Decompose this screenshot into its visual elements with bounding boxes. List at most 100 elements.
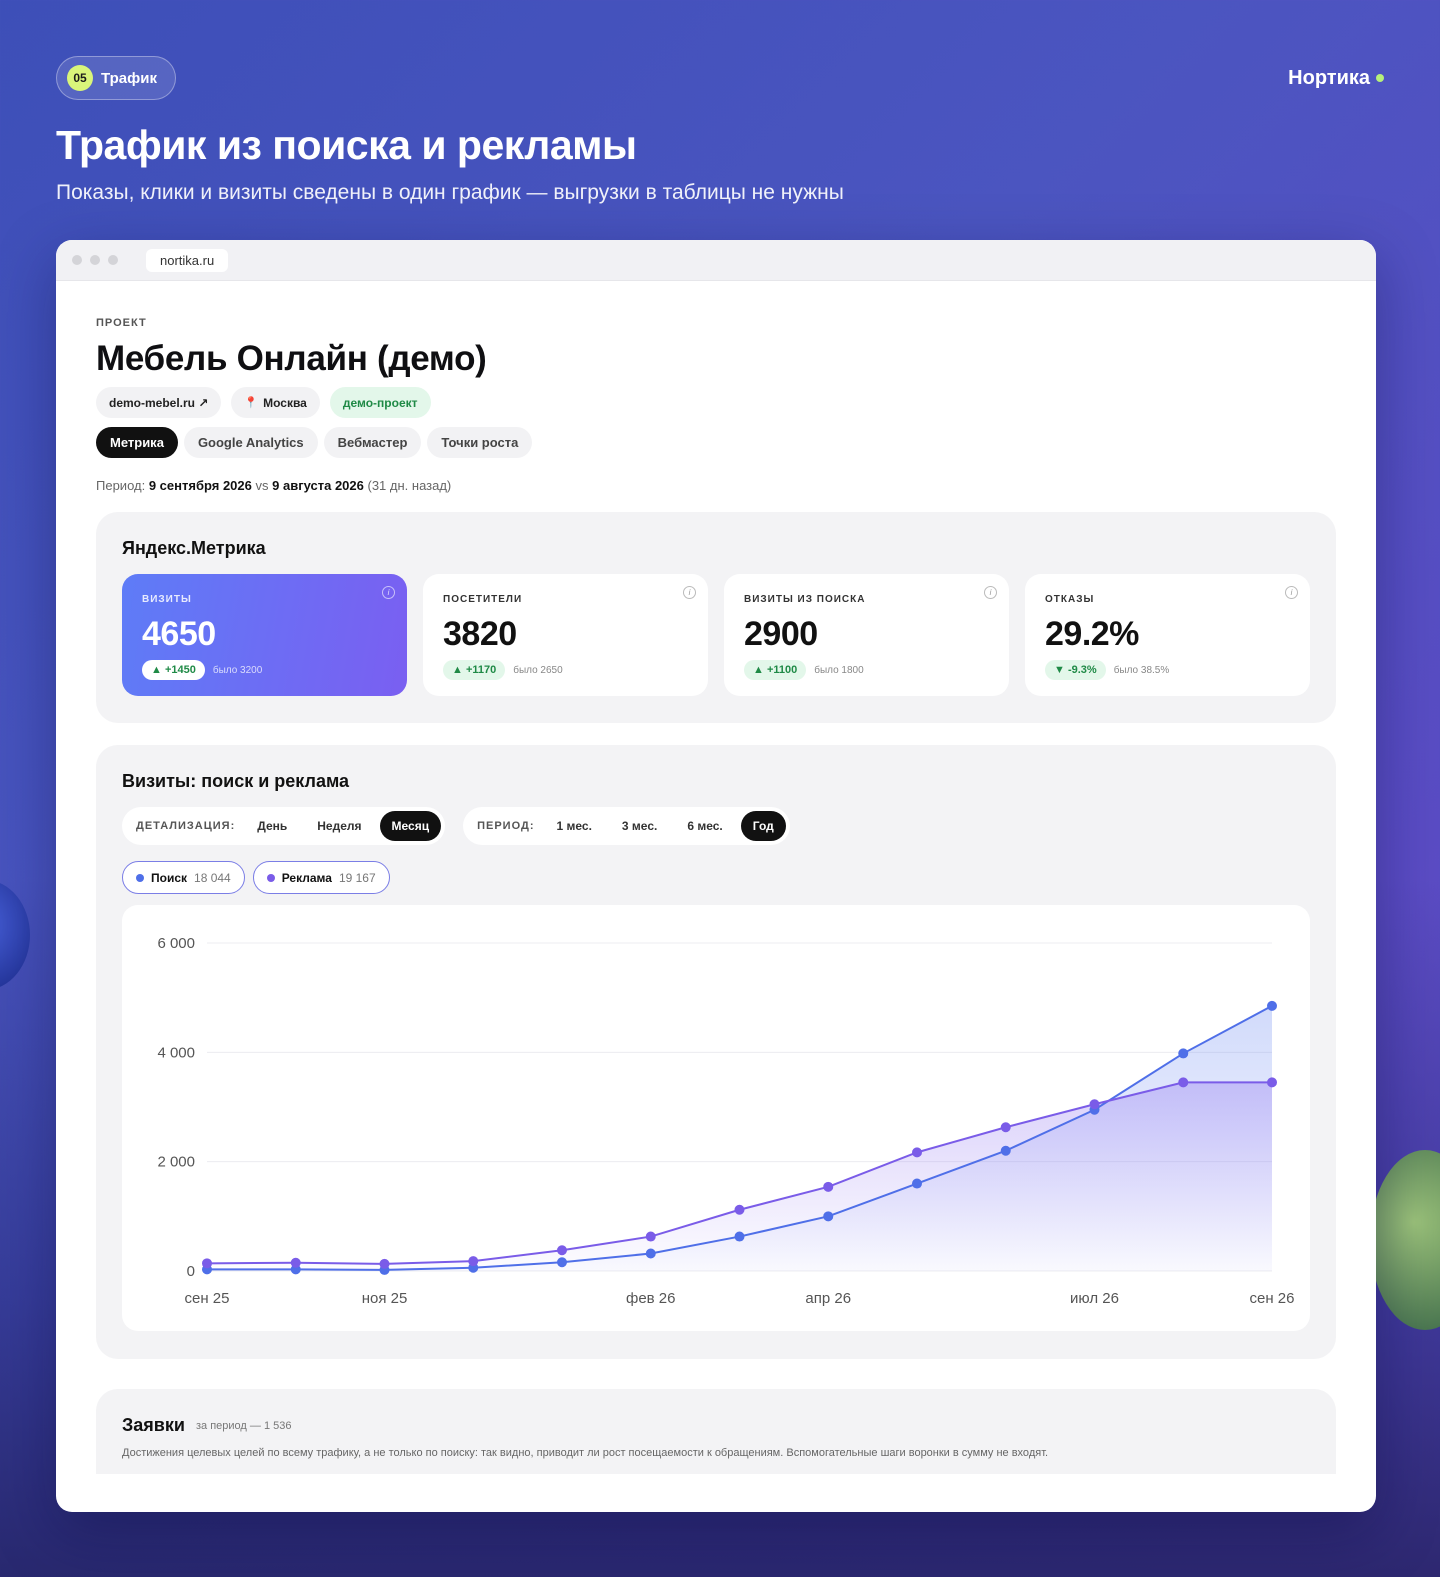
data-point [1178, 1048, 1189, 1059]
data-point [734, 1231, 745, 1242]
period-label: ПЕРИОД: [477, 820, 535, 832]
data-point [557, 1257, 567, 1268]
project-label: ПРОЕКТ [96, 317, 147, 329]
kpi-value: 4650 [142, 615, 216, 653]
metrica-panel: Яндекс.Метрика ВИЗИТЫ 4650 ▲ +1450 было … [96, 512, 1336, 723]
chart-legend: Поиск 18 044 Реклама 19 167 [122, 861, 390, 894]
page-content: ПРОЕКТ Мебель Онлайн (демо) demo-mebel.r… [96, 281, 1336, 1512]
leads-description: Достижения целевых целей по всему трафик… [122, 1447, 1049, 1459]
kpi-card-search-visits[interactable]: ВИЗИТЫ ИЗ ПОИСКА 2900 ▲ +1100 было 1800 … [724, 574, 1009, 696]
x-tick-label: ноя 25 [362, 1290, 408, 1307]
info-icon[interactable]: i [382, 586, 395, 599]
data-point [290, 1257, 301, 1268]
kpi-row: ВИЗИТЫ 4650 ▲ +1450 было 3200 i ПОСЕТИТЕ… [122, 574, 1310, 696]
x-tick-label: сен 26 [1250, 1290, 1295, 1307]
info-icon[interactable]: i [1285, 586, 1298, 599]
kpi-previous: было 38.5% [1113, 664, 1170, 676]
leads-subtitle: за период — 1 536 [196, 1420, 292, 1432]
line-chart: 0 2 000 4 000 6 000 сен 25 ноя 25 фев 26 апр 26… [122, 905, 1310, 1331]
source-tabs: Метрика Google Analytics Вебмастер Точки… [96, 427, 533, 458]
data-point [202, 1258, 212, 1269]
data-point [823, 1211, 834, 1222]
period-selector: ПЕРИОД: 1 мес. 3 мес. 6 мес. Год [463, 807, 790, 845]
tab-metrica[interactable]: Метрика [96, 427, 178, 458]
kpi-card-bounces[interactable]: ОТКАЗЫ 29.2% ▼ -9.3% было 38.5% i [1025, 574, 1310, 696]
data-point [645, 1248, 656, 1259]
kpi-value: 3820 [443, 615, 517, 653]
data-point [1000, 1145, 1011, 1156]
legend-dot-icon [266, 873, 275, 882]
browser-window: nortika.ru ПРОЕКТ Мебель Онлайн (демо) d… [56, 240, 1376, 1512]
brand-name: Нортика [1288, 66, 1370, 89]
x-tick-label: сен 25 [185, 1290, 230, 1307]
slide-subtitle: Показы, клики и визиты сведены в один гр… [56, 181, 844, 204]
detail-month-button[interactable]: Месяц [379, 811, 442, 841]
window-footer [96, 1474, 1336, 1512]
project-title: Мебель Онлайн (демо) [96, 339, 487, 378]
kpi-footer: ▲ +1170 было 2650 [443, 660, 688, 680]
period-6m-button[interactable]: 6 мес. [675, 811, 734, 841]
data-point [912, 1147, 922, 1158]
kpi-delta: ▼ -9.3% [1045, 660, 1106, 680]
kpi-card-visitors[interactable]: ПОСЕТИТЕЛИ 3820 ▲ +1170 было 2650 i [423, 574, 708, 696]
x-tick-label: июл 26 [1070, 1290, 1119, 1307]
series-area [207, 1082, 1272, 1271]
kpi-previous: было 1800 [814, 664, 864, 676]
legend-name: Поиск [151, 870, 188, 885]
info-icon[interactable]: i [683, 586, 696, 599]
detail-selector: ДЕТАЛИЗАЦИЯ: День Неделя Месяц [122, 807, 446, 845]
legend-search-toggle[interactable]: Поиск 18 044 [122, 861, 245, 894]
data-point [379, 1258, 390, 1269]
x-tick-label: апр 26 [805, 1290, 851, 1307]
legend-dot-icon [136, 873, 144, 882]
site-link[interactable]: demo-mebel.ru ↗ [96, 387, 222, 418]
kpi-label: ВИЗИТЫ ИЗ ПОИСКА [744, 594, 866, 605]
brand-dot-icon [1376, 74, 1384, 82]
detail-day-button[interactable]: День [245, 811, 299, 841]
legend-ads-toggle[interactable]: Реклама 19 167 [252, 861, 390, 894]
tab-growth-points[interactable]: Точки роста [427, 427, 533, 458]
data-point [1267, 1000, 1277, 1011]
status-badge: демо-проект [329, 387, 431, 418]
kpi-label: ВИЗИТЫ [142, 594, 192, 605]
period-previous: 9 августа 2026 [272, 478, 364, 493]
y-tick-label: 2 000 [157, 1154, 195, 1171]
slide-header: 05 Трафик Нортика [56, 56, 1384, 100]
data-point [645, 1231, 656, 1242]
period-3m-button[interactable]: 3 мес. [610, 811, 669, 841]
kpi-label: ОТКАЗЫ [1045, 594, 1095, 605]
browser-toolbar: nortika.ru [56, 240, 1376, 281]
detail-week-button[interactable]: Неделя [305, 811, 373, 841]
chart-controls: ДЕТАЛИЗАЦИЯ: День Неделя Месяц ПЕРИОД: 1… [122, 807, 790, 845]
kpi-delta: ▲ +1450 [142, 660, 205, 680]
info-icon[interactable]: i [984, 586, 997, 599]
data-point [1178, 1077, 1189, 1088]
kpi-previous: было 2650 [513, 664, 563, 676]
data-point [468, 1256, 479, 1267]
period-year-button[interactable]: Год [740, 811, 786, 841]
kpi-footer: ▲ +1450 было 3200 [142, 660, 387, 680]
x-tick-label: фев 26 [626, 1290, 676, 1307]
data-point [557, 1245, 567, 1256]
kpi-footer: ▼ -9.3% было 38.5% [1045, 660, 1290, 680]
data-point [823, 1181, 834, 1192]
period-note: (31 дн. назад) [367, 478, 452, 493]
brand-logo: Нортика [1288, 67, 1384, 90]
period-1m-button[interactable]: 1 мес. [545, 811, 604, 841]
period-prefix: Период: [96, 478, 146, 493]
window-dot-icon [72, 255, 82, 265]
section-label: Трафик [101, 69, 157, 87]
project-tags: demo-mebel.ru ↗ 📍 Москва демо-проект [96, 387, 431, 418]
kpi-label: ПОСЕТИТЕЛИ [443, 594, 523, 605]
kpi-value: 2900 [744, 615, 818, 653]
section-number: 05 [67, 65, 93, 91]
tab-webmaster[interactable]: Вебмастер [323, 427, 422, 458]
legend-total: 19 167 [338, 870, 376, 885]
metrica-title: Яндекс.Метрика [122, 538, 266, 558]
kpi-card-visits[interactable]: ВИЗИТЫ 4650 ▲ +1450 было 3200 i [122, 574, 407, 696]
leads-title: Заявки [122, 1415, 185, 1435]
detail-label: ДЕТАЛИЗАЦИЯ: [136, 820, 236, 832]
address-bar[interactable]: nortika.ru [146, 248, 229, 272]
y-tick-label: 0 [187, 1263, 195, 1280]
tab-google-analytics[interactable]: Google Analytics [183, 427, 318, 458]
